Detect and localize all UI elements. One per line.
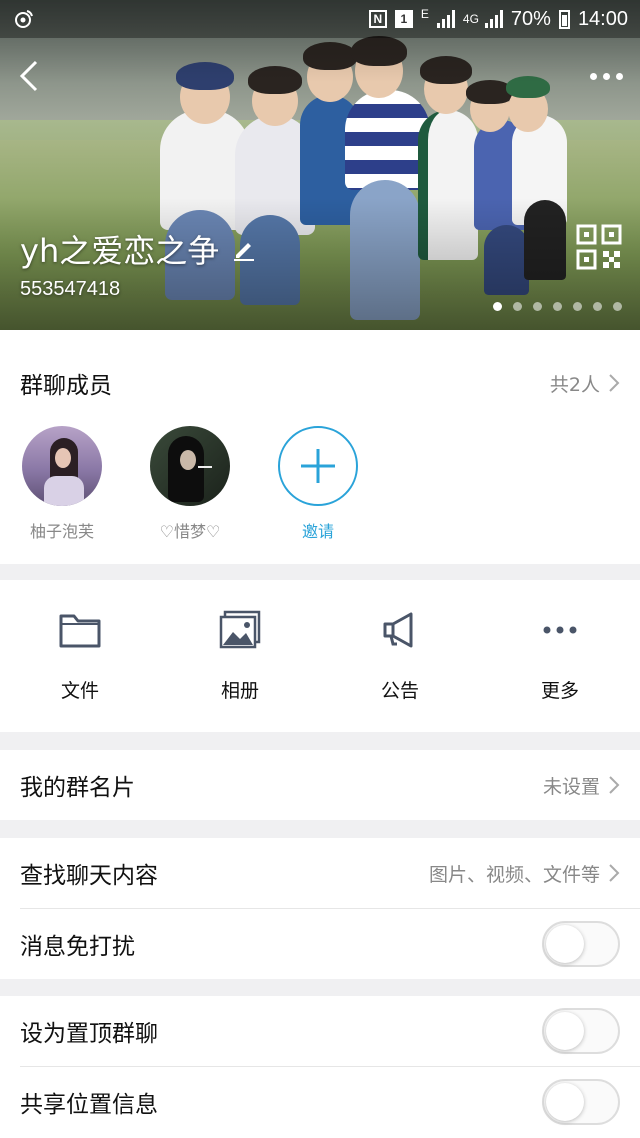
pin-location-section: 设为置顶群聊 共享位置信息 <box>0 996 640 1138</box>
member-name: 柚子泡芙 <box>29 522 94 541</box>
members-list: 柚子泡芙 ♡惜梦♡ 邀请 <box>0 426 640 542</box>
members-header[interactable]: 群聊成员 共2人 <box>0 330 640 436</box>
edge-label: E <box>420 7 429 21</box>
tool-label: 更多 <box>540 679 579 702</box>
tool-label: 文件 <box>60 679 99 702</box>
clock: 14:00 <box>577 7 628 30</box>
mute-toggle[interactable] <box>542 921 620 967</box>
more-dots-icon <box>543 626 577 633</box>
pin-right <box>542 1008 620 1054</box>
members-count-link[interactable]: 共2人 <box>550 370 620 397</box>
carousel-indicator <box>493 302 622 311</box>
avatar <box>150 426 230 506</box>
chevron-right-icon <box>609 776 620 794</box>
back-button[interactable] <box>12 56 52 96</box>
nfc-icon: N <box>368 10 387 28</box>
group-card-row[interactable]: 我的群名片 未设置 <box>0 750 640 820</box>
search-chat-row[interactable]: 查找聊天内容 图片、视频、文件等 <box>0 838 640 908</box>
group-card-label: 我的群名片 <box>20 775 135 801</box>
battery-percent: 70% <box>510 7 551 30</box>
group-id: 553547418 <box>20 278 121 300</box>
carousel-dot <box>593 302 602 311</box>
pin-row: 设为置顶群聊 <box>0 996 640 1066</box>
member-item[interactable]: 柚子泡芙 <box>22 426 102 542</box>
tools-section: 文件 相册 公告 更多 <box>0 580 640 732</box>
dot <box>589 72 597 80</box>
group-card-value: 未设置 <box>542 775 600 798</box>
search-chat-label: 查找聊天内容 <box>20 863 158 889</box>
search-mute-section: 查找聊天内容 图片、视频、文件等 消息免打扰 <box>0 838 640 979</box>
dot <box>602 72 610 80</box>
location-right <box>542 1079 620 1125</box>
group-header: N 1 E 4G 70% 14:00 yh之爱恋之争 553547418 <box>0 0 640 330</box>
carousel-dot <box>533 302 542 311</box>
carousel-dot <box>573 302 582 311</box>
mute-label: 消息免打扰 <box>20 934 135 960</box>
location-label: 共享位置信息 <box>20 1092 158 1118</box>
dot <box>615 72 623 80</box>
member-name: ♡惜梦♡ <box>159 522 221 541</box>
location-row: 共享位置信息 <box>0 1067 640 1137</box>
qr-code-button[interactable] <box>576 224 622 270</box>
members-section: 群聊成员 共2人 柚子泡芙 ♡惜梦♡ 邀请 <box>0 330 640 564</box>
signal-2-icon <box>484 10 503 28</box>
tool-label: 公告 <box>380 679 419 702</box>
search-chat-right: 图片、视频、文件等 <box>429 860 620 887</box>
signal-icon <box>436 10 455 28</box>
group-name[interactable]: yh之爱恋之争 <box>20 226 257 272</box>
plus-icon <box>278 426 358 506</box>
folder-icon <box>59 614 101 647</box>
status-left <box>12 8 34 30</box>
search-chat-hint: 图片、视频、文件等 <box>428 863 600 886</box>
group-card-right: 未设置 <box>543 772 620 799</box>
megaphone-icon <box>383 612 413 647</box>
status-right: N 1 E 4G 70% 14:00 <box>368 7 628 31</box>
mute-row: 消息免打扰 <box>0 909 640 979</box>
member-item[interactable]: ♡惜梦♡ <box>150 426 230 542</box>
members-title: 群聊成员 <box>20 373 112 399</box>
pin-toggle[interactable] <box>542 1008 620 1054</box>
battery-icon <box>558 9 570 29</box>
pin-label: 设为置顶群聊 <box>20 1021 158 1047</box>
tool-more[interactable]: 更多 <box>480 580 640 732</box>
tool-label: 相册 <box>220 679 259 702</box>
chevron-left-icon <box>19 60 38 92</box>
carousel-dot <box>613 302 622 311</box>
album-icon <box>219 610 261 648</box>
network-type: 4G <box>462 11 479 26</box>
status-bar: N 1 E 4G 70% 14:00 <box>0 0 640 38</box>
invite-label: 邀请 <box>301 522 334 541</box>
chevron-right-icon <box>609 374 620 392</box>
invite-button[interactable]: 邀请 <box>278 426 358 542</box>
carousel-dot <box>553 302 562 311</box>
weibo-notification-icon <box>15 10 33 28</box>
qr-code-icon <box>576 224 622 270</box>
sim-icon: 1 <box>394 10 413 28</box>
more-options-button[interactable] <box>586 62 626 90</box>
location-toggle[interactable] <box>542 1079 620 1125</box>
carousel-dot-active <box>493 302 502 311</box>
group-card-section: 我的群名片 未设置 <box>0 750 640 820</box>
carousel-dot <box>513 302 522 311</box>
avatar <box>22 426 102 506</box>
tool-album[interactable]: 相册 <box>160 580 320 732</box>
tool-announcement[interactable]: 公告 <box>320 580 480 732</box>
group-name-text: yh之爱恋之争 <box>20 232 220 270</box>
chevron-right-icon <box>609 864 620 882</box>
edit-pencil-icon[interactable] <box>231 236 257 262</box>
members-count: 共2人 <box>549 373 600 396</box>
mute-right <box>542 921 620 967</box>
tool-files[interactable]: 文件 <box>0 580 160 732</box>
